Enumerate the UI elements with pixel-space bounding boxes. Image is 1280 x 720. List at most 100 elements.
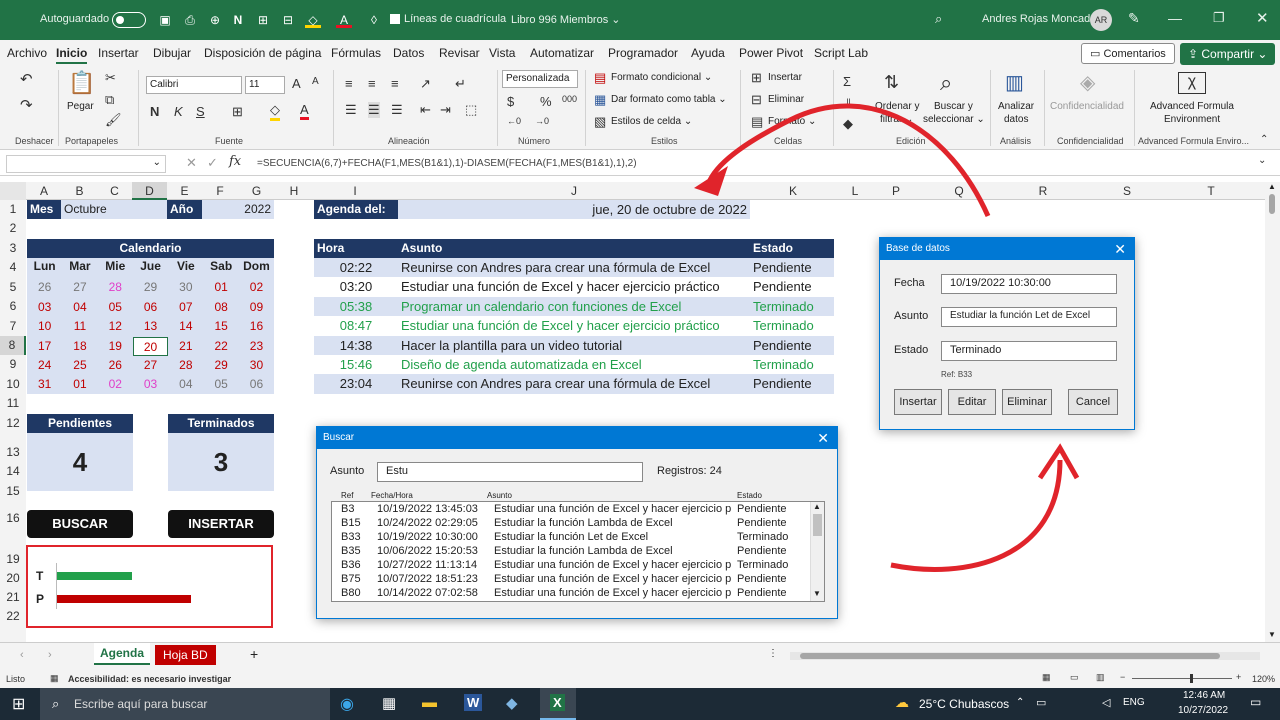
paste-label[interactable]: Pegar bbox=[67, 101, 94, 112]
anio-label-cell[interactable]: Año bbox=[167, 200, 202, 219]
calendar-day-cell[interactable]: 26 bbox=[98, 356, 133, 375]
cut-icon[interactable]: ✂ bbox=[105, 70, 116, 86]
row-14[interactable]: 14 bbox=[0, 462, 26, 481]
word-icon[interactable]: W bbox=[464, 694, 483, 711]
edge-icon[interactable]: ◉ bbox=[340, 694, 354, 714]
accessibility-status[interactable]: Accesibilidad: es necesario investigar bbox=[68, 674, 231, 684]
row-20[interactable]: 20 bbox=[0, 569, 26, 588]
page-break-icon[interactable]: ▥ bbox=[1096, 672, 1105, 683]
agenda-row[interactable]: 03:20 Estudiar una función de Excel y hac… bbox=[314, 277, 834, 297]
row-21[interactable]: 21 bbox=[0, 588, 26, 607]
results-scrollbar[interactable]: ▲ ▼ bbox=[810, 502, 824, 601]
calendar-day-cell[interactable]: 29 bbox=[204, 356, 239, 375]
row-10[interactable]: 10 bbox=[0, 375, 26, 394]
enter-icon[interactable]: ✓ bbox=[207, 155, 218, 171]
calendar-day-cell[interactable]: 05 bbox=[98, 298, 133, 317]
currency-icon[interactable]: $ bbox=[507, 94, 514, 109]
row-19[interactable]: 19 bbox=[0, 550, 26, 569]
afe-icon[interactable]: χ bbox=[1178, 72, 1206, 94]
save-icon[interactable]: ▣ bbox=[157, 12, 173, 28]
afe-label-1[interactable]: Advanced Formula bbox=[1150, 101, 1234, 112]
align-left-icon[interactable]: ☰ bbox=[345, 102, 357, 118]
fill-color-icon[interactable]: ◇ bbox=[305, 12, 321, 28]
app-icon[interactable]: ◆ bbox=[506, 694, 518, 712]
zoom-icon[interactable]: ⊕ bbox=[207, 12, 223, 28]
col-f[interactable]: F bbox=[202, 182, 238, 200]
calendar-day-cell[interactable]: 31 bbox=[27, 375, 62, 394]
anio-value-cell[interactable]: 2022 bbox=[202, 200, 274, 219]
calendar-day-cell[interactable]: 27 bbox=[133, 356, 168, 375]
row-3[interactable]: 3 bbox=[0, 239, 26, 258]
col-i[interactable]: I bbox=[313, 182, 397, 200]
calendar-day-cell[interactable]: 23 bbox=[239, 337, 274, 356]
list-item[interactable]: B75 10/07/2022 18:51:23 Estudiar una funci… bbox=[332, 573, 810, 587]
calendar-day-cell[interactable]: 14 bbox=[168, 317, 203, 336]
format-painter-icon[interactable]: ⎙ bbox=[182, 12, 198, 28]
clock-time[interactable]: 12:46 AM bbox=[1183, 690, 1225, 701]
search-input[interactable]: Estu bbox=[377, 462, 643, 482]
scroll-thumb[interactable] bbox=[1269, 194, 1275, 214]
col-t[interactable]: T bbox=[1169, 182, 1253, 200]
calendar-day-cell[interactable]: 06 bbox=[239, 375, 274, 394]
tab-inicio[interactable]: Inicio bbox=[56, 46, 88, 64]
sheet-tab-agenda[interactable]: Agenda bbox=[94, 643, 151, 665]
afe-label-2[interactable]: Environment bbox=[1164, 114, 1220, 125]
autosave-toggle[interactable] bbox=[112, 12, 146, 28]
calendar-day-cell[interactable]: 29 bbox=[133, 278, 168, 297]
calendar-day-cell[interactable]: 02 bbox=[98, 375, 133, 394]
estado-input[interactable]: Terminado bbox=[941, 341, 1117, 361]
row-2[interactable]: 2 bbox=[0, 219, 26, 238]
page-layout-icon[interactable]: ▭ bbox=[1070, 672, 1079, 683]
weather-text[interactable]: 25°C Chubascos bbox=[919, 697, 1009, 711]
expand-formula-icon[interactable]: ⌄ bbox=[1258, 155, 1266, 166]
data-label[interactable]: datos bbox=[1004, 114, 1028, 125]
row-4[interactable]: 4 bbox=[0, 258, 26, 277]
normal-view-icon[interactable]: ▦ bbox=[1042, 672, 1051, 683]
horizontal-scrollbar[interactable] bbox=[790, 652, 1260, 660]
calendar-day-cell[interactable]: 20 bbox=[132, 336, 169, 356]
agenda-row[interactable]: 23:04 Reunirse con Andres para crear una … bbox=[314, 374, 834, 394]
delete-button[interactable]: Eliminar bbox=[1002, 389, 1052, 415]
scroll-down-icon[interactable]: ▼ bbox=[1268, 630, 1276, 639]
zoom-level[interactable]: 120% bbox=[1252, 674, 1275, 684]
tab-automatizar[interactable]: Automatizar bbox=[530, 46, 594, 60]
zoom-out-icon[interactable]: − bbox=[1120, 672, 1125, 682]
results-listbox[interactable]: B3 10/19/2022 13:45:03 Estudiar una funció… bbox=[331, 501, 825, 602]
col-d[interactable]: D bbox=[132, 182, 167, 200]
calendar-day-cell[interactable]: 04 bbox=[168, 375, 203, 394]
hscroll-thumb[interactable] bbox=[800, 653, 1220, 659]
formula-text[interactable]: =SECUENCIA(6,7)+FECHA(F1,MES(B1&1),1)-DI… bbox=[257, 158, 637, 169]
row-1[interactable]: 1 bbox=[0, 200, 26, 219]
tab-archivo[interactable]: Archivo bbox=[7, 46, 47, 60]
row-22[interactable]: 22 bbox=[0, 607, 26, 626]
cancel-icon[interactable]: ✕ bbox=[186, 155, 197, 171]
tab-script-lab[interactable]: Script Lab bbox=[814, 46, 868, 60]
calendar-day-cell[interactable]: 09 bbox=[239, 298, 274, 317]
calendar-day-cell[interactable]: 01 bbox=[62, 375, 97, 394]
row-6[interactable]: 6 bbox=[0, 297, 26, 316]
prev-sheet-icon[interactable]: ‹ bbox=[20, 649, 24, 661]
calendar-day-cell[interactable]: 26 bbox=[27, 278, 62, 297]
merge-icon[interactable]: ⬚ bbox=[465, 102, 477, 118]
align-bottom-icon[interactable]: ≡ bbox=[391, 76, 399, 91]
increase-decimal-icon[interactable]: ←0 bbox=[507, 116, 521, 126]
brush-icon[interactable]: 🖌 bbox=[105, 112, 122, 128]
list-item[interactable]: B80 10/14/2022 07:02:58 Estudiar una funci… bbox=[332, 587, 810, 601]
calendar-day-cell[interactable]: 01 bbox=[204, 278, 239, 297]
col-a[interactable]: A bbox=[26, 182, 62, 200]
volume-icon[interactable]: ◁ bbox=[1102, 696, 1110, 709]
calendar-day-cell[interactable]: 18 bbox=[62, 337, 97, 356]
agenda-label-cell[interactable]: Agenda del: bbox=[314, 200, 398, 219]
vertical-scrollbar[interactable]: ▲ ▼ bbox=[1265, 182, 1280, 642]
thousands-icon[interactable]: 000 bbox=[562, 94, 577, 104]
col-g[interactable]: G bbox=[238, 182, 275, 200]
edit-button[interactable]: Editar bbox=[948, 389, 996, 415]
mes-label-cell[interactable]: Mes bbox=[27, 200, 61, 219]
percent-icon[interactable]: % bbox=[540, 94, 552, 109]
list-item[interactable]: B15 10/24/2022 02:29:05 Estudiar la funció… bbox=[332, 517, 810, 531]
row-12[interactable]: 12 bbox=[0, 414, 26, 433]
number-format-select[interactable]: Personalizada bbox=[502, 70, 578, 88]
border-icon[interactable]: ⊞ bbox=[232, 104, 243, 120]
notifications-icon[interactable]: ▭ bbox=[1250, 695, 1261, 709]
italic-icon[interactable]: K bbox=[174, 104, 183, 119]
